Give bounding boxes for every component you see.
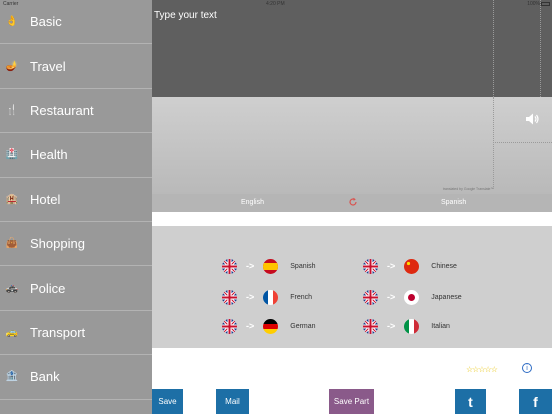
arrow-label: -> [387, 321, 396, 331]
hospital-icon: 🏥 [5, 149, 19, 161]
italy-flag-icon [404, 318, 420, 334]
divider [493, 142, 552, 143]
divider [493, 0, 494, 97]
pair-label: German [290, 322, 316, 330]
arrow-label: -> [246, 292, 255, 302]
pair-chinese[interactable]: -> Chinese [363, 257, 457, 275]
sidebar-item-police[interactable]: 🚓 Police [0, 266, 152, 311]
uk-flag-icon [222, 318, 237, 334]
sidebar-item-label: Restaurant [30, 102, 94, 118]
sidebar-item-travel[interactable]: 🪔 Travel [0, 44, 152, 89]
hotel-icon: 🏨 [5, 193, 19, 205]
mail-button[interactable]: Mail [216, 389, 249, 414]
sidebar-item-transport[interactable]: 🚕 Transport [0, 311, 152, 356]
divider [540, 0, 541, 97]
pair-german[interactable]: -> German [222, 317, 316, 335]
status-bar: Carrier 4:20 PM 100% [0, 0, 552, 8]
twitter-button[interactable]: t [455, 389, 486, 414]
sidebar-item-label: Health [30, 147, 68, 163]
hand-ok-icon: 👌 [5, 16, 19, 28]
speaker-icon[interactable] [524, 111, 540, 127]
pair-label: Spanish [290, 262, 316, 270]
target-language[interactable]: Spanish [441, 199, 466, 206]
uk-flag-icon [363, 258, 378, 274]
china-flag-icon [404, 258, 420, 274]
sidebar-item-health[interactable]: 🏥 Health [0, 133, 152, 178]
pair-label: Italian [431, 322, 450, 330]
category-sidebar: 👌 Basic 🪔 Travel 🍴 Restaurant 🏥 Health 🏨… [0, 0, 152, 414]
pair-italian[interactable]: -> Italian [363, 317, 450, 335]
lamp-icon: 🪔 [5, 60, 19, 72]
uk-flag-icon [222, 258, 237, 274]
battery-icon [541, 2, 550, 6]
sidebar-item-label: Transport [30, 324, 86, 340]
sidebar-item-bank[interactable]: 🏦 Bank [0, 355, 152, 400]
save-part-button[interactable]: Save Part [329, 389, 374, 414]
pair-japanese[interactable]: -> Japanese [363, 288, 462, 306]
police-car-icon: 🚓 [5, 282, 19, 294]
taxi-icon: 🚕 [5, 326, 19, 338]
clock: 4:20 PM [266, 1, 285, 7]
translation-output-area: translated by Google Translate™ [152, 97, 552, 194]
sidebar-item-label: Police [30, 280, 66, 296]
sidebar-item-restaurant[interactable]: 🍴 Restaurant [0, 89, 152, 134]
sidebar-item-shopping[interactable]: 👜 Shopping [0, 222, 152, 267]
pair-label: French [290, 293, 313, 301]
pair-label: Japanese [431, 293, 462, 301]
battery-level: 100% [527, 1, 540, 7]
sidebar-item-label: Shopping [30, 236, 85, 252]
separator [152, 212, 552, 226]
germany-flag-icon [263, 318, 279, 334]
sidebar-item-label: Hotel [30, 191, 61, 207]
sidebar-item-label: Travel [30, 58, 66, 74]
uk-flag-icon [363, 318, 378, 334]
language-pairs-panel: -> Spanish -> French -> German -> Chines… [152, 226, 552, 348]
arrow-label: -> [387, 261, 396, 271]
facebook-button[interactable]: f [519, 389, 552, 414]
sidebar-item-label: Basic [30, 14, 62, 30]
spain-flag-icon [263, 258, 279, 274]
uk-flag-icon [363, 289, 378, 305]
source-language[interactable]: English [241, 199, 264, 206]
swap-languages-icon[interactable] [348, 197, 358, 207]
arrow-label: -> [246, 261, 255, 271]
arrow-label: -> [387, 292, 396, 302]
translation-credit: translated by Google Translate™ [442, 187, 494, 191]
arrow-label: -> [246, 321, 255, 331]
carrier-label: Carrier [3, 1, 19, 7]
info-icon[interactable]: i [522, 363, 532, 373]
shopping-bag-icon: 👜 [5, 238, 19, 250]
bottom-toolbar: ☆☆☆☆☆ i Save Mail Save Part t f [152, 348, 552, 414]
uk-flag-icon [222, 289, 237, 305]
pair-french[interactable]: -> French [222, 288, 312, 306]
text-input-placeholder: Type your text [154, 10, 217, 21]
pair-spanish[interactable]: -> Spanish [222, 257, 316, 275]
fork-icon: 🍴 [5, 104, 19, 116]
pair-label: Chinese [431, 262, 457, 270]
france-flag-icon [263, 289, 279, 305]
bank-icon: 🏦 [5, 371, 19, 383]
language-bar: English Spanish [152, 194, 552, 212]
save-button[interactable]: Save [152, 389, 183, 414]
sidebar-item-hotel[interactable]: 🏨 Hotel [0, 178, 152, 222]
text-input-area[interactable]: Type your text [152, 0, 552, 97]
sidebar-item-label: Bank [30, 369, 60, 385]
japan-flag-icon [404, 289, 420, 305]
rating-stars[interactable]: ☆☆☆☆☆ [466, 365, 498, 374]
